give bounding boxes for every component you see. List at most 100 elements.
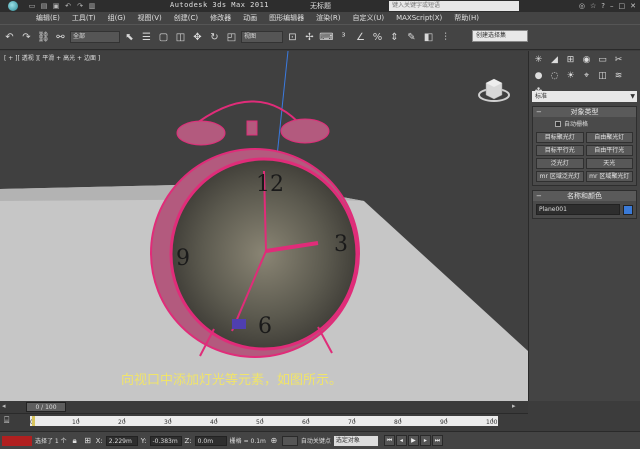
- spinner-snap-icon[interactable]: ⇕: [387, 28, 402, 46]
- menu-rendering[interactable]: 渲染(R): [310, 13, 346, 23]
- slider-left-arrow-icon[interactable]: ◂: [2, 402, 6, 410]
- new-icon[interactable]: ▭: [26, 2, 38, 10]
- maximize-icon[interactable]: □: [619, 2, 626, 10]
- save-icon[interactable]: ▣: [50, 2, 62, 10]
- slider-right-arrow-icon[interactable]: ▸: [512, 402, 516, 410]
- lock-selection-icon[interactable]: 🔒︎: [70, 436, 80, 446]
- menu-customize[interactable]: 自定义(U): [346, 13, 390, 23]
- mr-area-omni-button[interactable]: mr 区域泛光灯: [536, 171, 584, 182]
- star-icon[interactable]: ☆: [590, 2, 596, 10]
- angle-snap-icon[interactable]: ∠: [353, 28, 368, 46]
- named-selection-input[interactable]: 创建选择集: [472, 30, 528, 42]
- selected-object-select[interactable]: 选定对象: [333, 435, 378, 446]
- free-spot-button[interactable]: 自由聚光灯: [585, 132, 633, 143]
- motion-tab-icon[interactable]: ◉: [580, 53, 593, 66]
- target-direct-button[interactable]: 目标平行光: [536, 145, 584, 156]
- window-crossing-icon[interactable]: ◫: [173, 28, 188, 46]
- spacewarps-icon[interactable]: ≋: [612, 69, 625, 82]
- go-start-icon[interactable]: ⏮: [383, 435, 395, 446]
- target-spot-button[interactable]: 目标聚光灯: [536, 132, 584, 143]
- helpers-icon[interactable]: ◫: [596, 69, 609, 82]
- object-type-header[interactable]: − 对象类型: [533, 107, 636, 117]
- curve-editor-icon[interactable]: ⌸: [4, 416, 9, 426]
- menu-graph-editors[interactable]: 图形编辑器: [263, 13, 310, 23]
- add-time-tag-icon[interactable]: ⊕: [269, 436, 279, 445]
- x-coord-field[interactable]: 2.229m: [105, 435, 138, 446]
- prev-frame-icon[interactable]: ◂: [395, 435, 407, 446]
- geometry-icon[interactable]: ●: [532, 69, 545, 82]
- menu-views[interactable]: 视图(V): [132, 13, 168, 23]
- autokey-label[interactable]: 自动关键点: [301, 436, 331, 445]
- select-manipulate-icon[interactable]: ✢: [302, 28, 317, 46]
- edit-named-selection-icon[interactable]: ✎: [404, 28, 419, 46]
- free-direct-button[interactable]: 自由平行光: [585, 145, 633, 156]
- search-input[interactable]: 键入关键字或短语: [389, 1, 519, 11]
- absolute-mode-icon[interactable]: ⊞: [83, 436, 93, 445]
- snaps-toggle-icon[interactable]: ³: [336, 28, 351, 46]
- open-icon[interactable]: ▤: [38, 2, 50, 10]
- hierarchy-tab-icon[interactable]: ⊞: [564, 53, 577, 66]
- play-icon[interactable]: ▶: [407, 435, 419, 446]
- autogrid-checkbox[interactable]: 自动栅格: [533, 117, 636, 130]
- lights-icon[interactable]: ☀: [564, 69, 577, 82]
- menu-maxscript[interactable]: MAXScript(X): [390, 14, 448, 22]
- viewport-label[interactable]: [ + ][ 透视 ][ 平滑 + 高光 + 边面 ]: [4, 53, 100, 62]
- reference-coord-select[interactable]: 视图: [241, 31, 283, 43]
- redo-icon[interactable]: ↷: [19, 28, 34, 46]
- checkbox-icon[interactable]: [555, 120, 561, 127]
- object-name-field[interactable]: Plane001: [536, 204, 620, 215]
- maxscript-listener[interactable]: [2, 435, 32, 446]
- keyframe-marker[interactable]: [32, 416, 35, 426]
- keyboard-shortcut-icon[interactable]: ⌨: [319, 28, 334, 46]
- minimize-icon[interactable]: –: [610, 2, 614, 10]
- create-tab-icon[interactable]: ✳: [532, 53, 545, 66]
- undo-icon[interactable]: ↶: [2, 28, 17, 46]
- go-end-icon[interactable]: ⏭: [431, 435, 443, 446]
- select-by-name-icon[interactable]: ☰: [139, 28, 154, 46]
- select-object-icon[interactable]: ⬉: [122, 28, 137, 46]
- menu-tools[interactable]: 工具(T): [66, 13, 102, 23]
- light-category-select[interactable]: 标准 ▼: [532, 91, 637, 102]
- track-bar[interactable]: ⌸ 0102030405060708090100: [0, 413, 528, 431]
- autokey-button[interactable]: [281, 435, 298, 446]
- menu-group[interactable]: 组(G): [102, 13, 132, 23]
- close-icon[interactable]: ✕: [630, 2, 636, 10]
- next-frame-icon[interactable]: ▸: [419, 435, 431, 446]
- y-coord-field[interactable]: -0.383m: [149, 435, 182, 446]
- menu-create[interactable]: 创建(C): [168, 13, 204, 23]
- link-icon[interactable]: ⛓: [36, 28, 51, 46]
- omni-button[interactable]: 泛光灯: [536, 158, 584, 169]
- percent-snap-icon[interactable]: %: [370, 28, 385, 46]
- time-slider-thumb[interactable]: 0 / 100: [26, 402, 66, 412]
- project-icon[interactable]: ▥: [86, 2, 98, 10]
- perspective-viewport[interactable]: 12 3 6 9 [ + ][ 透视 ][ 平滑 + 高光 + 边面 ] 向视口…: [0, 51, 528, 401]
- scale-icon[interactable]: ◰: [224, 28, 239, 46]
- unlink-icon[interactable]: ⚯: [53, 28, 68, 46]
- track-bar-ruler[interactable]: 0102030405060708090100: [30, 416, 498, 426]
- viewcube-icon[interactable]: [478, 73, 510, 105]
- time-slider[interactable]: ◂ 0 / 100 ▸: [0, 401, 528, 413]
- pivot-center-icon[interactable]: ⊡: [285, 28, 300, 46]
- menu-modifiers[interactable]: 修改器: [204, 13, 237, 23]
- modify-tab-icon[interactable]: ◢: [548, 53, 561, 66]
- rect-selection-icon[interactable]: ▢: [156, 28, 171, 46]
- app-logo-icon[interactable]: [0, 0, 26, 12]
- z-coord-field[interactable]: 0.0m: [194, 435, 227, 446]
- cameras-icon[interactable]: ⌖: [580, 69, 593, 82]
- menu-edit[interactable]: 编辑(E): [30, 13, 66, 23]
- shapes-icon[interactable]: ◌: [548, 69, 561, 82]
- mr-area-spot-button[interactable]: mr 区域聚光灯: [585, 171, 633, 182]
- name-color-header[interactable]: − 名称和颜色: [533, 191, 636, 201]
- object-color-swatch[interactable]: [623, 204, 633, 215]
- skylight-button[interactable]: 天光: [585, 158, 633, 169]
- mirror-icon[interactable]: ◧: [421, 28, 436, 46]
- undo-icon[interactable]: ↶: [62, 2, 74, 10]
- selection-filter-select[interactable]: 全部: [70, 31, 120, 43]
- binoculars-icon[interactable]: ◎: [579, 2, 585, 10]
- move-icon[interactable]: ✥: [190, 28, 205, 46]
- help-icon[interactable]: ?: [601, 2, 605, 10]
- redo-icon[interactable]: ↷: [74, 2, 86, 10]
- menu-help[interactable]: 帮助(H): [448, 13, 485, 23]
- align-icon[interactable]: ⫶: [438, 28, 453, 46]
- display-tab-icon[interactable]: ▭: [596, 53, 609, 66]
